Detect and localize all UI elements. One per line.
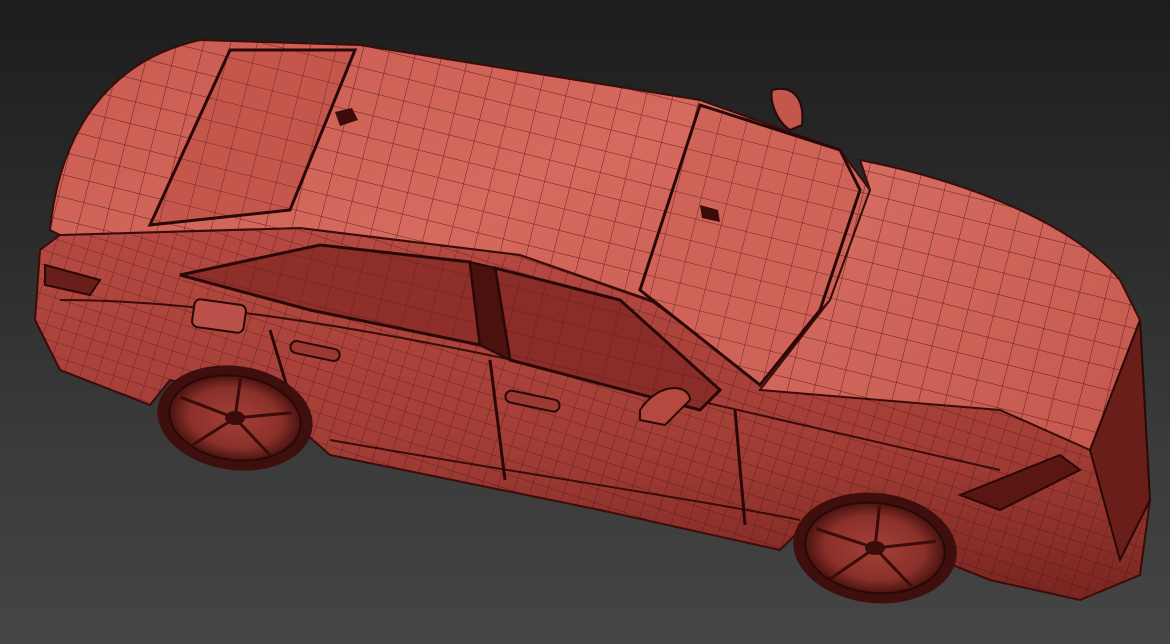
3d-viewport[interactable] [0, 0, 1170, 644]
car-model [33, 38, 1152, 604]
